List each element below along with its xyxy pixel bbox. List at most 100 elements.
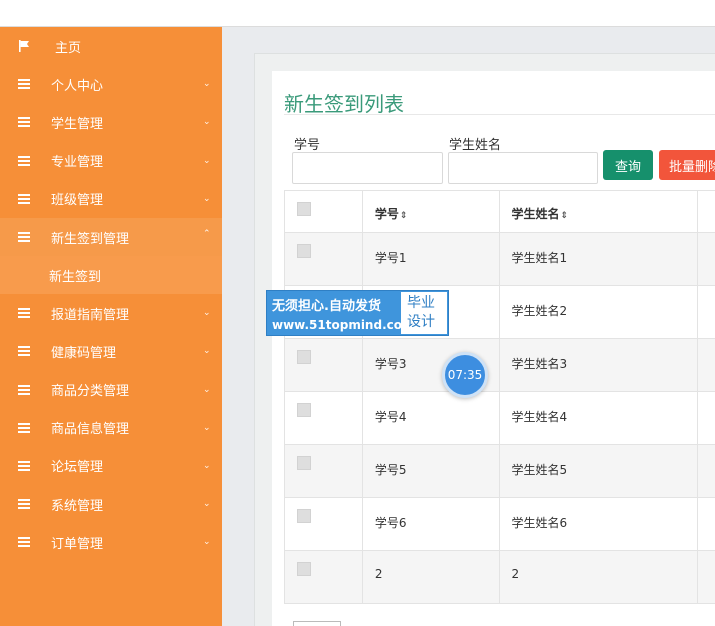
student-name-cell: 学生姓名5 <box>511 463 568 477</box>
sidebar-item-label: 商品信息管理 <box>51 422 130 438</box>
sidebar-item-checkin-management[interactable]: 新生签到管理 ⌃ <box>0 217 222 257</box>
sidebar-item-home[interactable]: 主页 <box>0 27 222 65</box>
table-row: 学号4 学生姓名4 <box>285 392 715 445</box>
sidebar-item-product-info[interactable]: 商品信息管理 ⌄ <box>0 409 222 447</box>
chevron-down-icon: ⌄ <box>203 193 211 204</box>
sidebar-item-product-category[interactable]: 商品分类管理 ⌄ <box>0 371 222 409</box>
student-id-label: 学号 <box>294 138 321 153</box>
sidebar-item-label: 专业管理 <box>51 155 104 171</box>
badge-line2: 设计 <box>407 314 435 330</box>
menu-icon <box>17 116 30 129</box>
sidebar: 主页 个人中心 ⌄ 学生管理 ⌄ 专业管理 ⌄ 班级管理 ⌄ 新生签到管理 ⌃ … <box>0 27 222 626</box>
menu-icon <box>17 307 30 320</box>
menu-icon <box>17 498 30 511</box>
student-id-cell: 学号4 <box>374 410 407 424</box>
sidebar-item-label: 订单管理 <box>51 536 104 552</box>
sort-icon: ⇕ <box>399 211 408 221</box>
sidebar-item-label: 系统管理 <box>51 498 104 514</box>
sidebar-item-label: 班级管理 <box>51 193 104 209</box>
student-name-cell: 2 <box>511 567 520 581</box>
sidebar-item-orders[interactable]: 订单管理 ⌄ <box>0 523 222 561</box>
chevron-down-icon: ⌄ <box>203 499 211 510</box>
list-card: 新生签到列表 学号 学生姓名 查询 批量删除 学号⇕ 学生姓名⇕ 学号1 学生姓… <box>272 71 715 626</box>
badge-line1: 毕业 <box>407 295 435 311</box>
table-row: 学号6 学生姓名6 <box>285 498 715 551</box>
menu-icon <box>17 78 30 91</box>
student-name-cell: 学生姓名4 <box>511 410 568 424</box>
chevron-down-icon: ⌄ <box>203 422 211 433</box>
watermark-banner: 无须担心.自动发货 www.51topmind.com 毕业 设计 <box>266 290 449 336</box>
table-row: 学号5 学生姓名5 <box>285 445 715 498</box>
student-name-input[interactable] <box>448 152 598 184</box>
batch-delete-button[interactable]: 批量删除 <box>659 150 715 180</box>
row-checkbox[interactable] <box>297 456 311 470</box>
student-id-cell: 学号1 <box>374 251 407 265</box>
row-checkbox[interactable] <box>297 509 311 523</box>
menu-icon <box>17 192 30 205</box>
student-id-cell: 2 <box>374 567 383 581</box>
column-header-student-id[interactable]: 学号⇕ <box>363 191 500 232</box>
row-checkbox[interactable] <box>297 562 311 576</box>
chevron-down-icon: ⌄ <box>203 155 211 166</box>
student-name-cell: 学生姓名3 <box>511 357 568 371</box>
watermark-line1: 无须担心.自动发货 <box>272 299 381 314</box>
sidebar-item-label: 新生签到管理 <box>51 231 130 247</box>
row-checkbox[interactable] <box>297 350 311 364</box>
sidebar-item-personal-center[interactable]: 个人中心 ⌄ <box>0 65 222 103</box>
pagination-select[interactable] <box>293 621 341 626</box>
sidebar-item-label: 报道指南管理 <box>51 307 130 323</box>
chevron-down-icon: ⌄ <box>203 346 211 357</box>
chevron-down-icon: ⌄ <box>203 79 211 90</box>
student-name-cell: 学生姓名6 <box>511 516 568 530</box>
sidebar-item-classes[interactable]: 班级管理 ⌄ <box>0 180 222 218</box>
sidebar-item-label: 学生管理 <box>51 116 104 132</box>
title-divider <box>284 114 715 115</box>
menu-icon <box>17 154 30 167</box>
chevron-up-icon: ⌃ <box>203 228 211 239</box>
sidebar-item-label: 健康码管理 <box>51 345 117 361</box>
table-row: 学号1 学生姓名1 <box>285 233 715 286</box>
page-title: 新生签到列表 <box>284 92 404 116</box>
table-row: 学号3 学生姓名3 <box>285 339 715 392</box>
sidebar-subitem-checkin[interactable]: 新生签到 <box>0 256 222 295</box>
chevron-down-icon: ⌄ <box>203 537 211 548</box>
chevron-down-icon: ⌄ <box>203 117 211 128</box>
student-id-input[interactable] <box>292 152 443 184</box>
student-id-cell: 学号3 <box>374 357 407 371</box>
sidebar-item-majors[interactable]: 专业管理 ⌄ <box>0 142 222 180</box>
sidebar-item-forum[interactable]: 论坛管理 ⌄ <box>0 447 222 485</box>
menu-icon <box>17 421 30 434</box>
table-header-row: 学号⇕ 学生姓名⇕ <box>285 191 715 233</box>
select-all-checkbox[interactable] <box>297 202 311 216</box>
chevron-down-icon: ⌄ <box>203 308 211 319</box>
sidebar-item-label: 论坛管理 <box>51 460 104 476</box>
checkin-table: 学号⇕ 学生姓名⇕ 学号1 学生姓名1 学号2 学生姓名2 学号3 学生姓名3 … <box>284 190 715 604</box>
timer-badge[interactable]: 07:35 <box>442 352 488 398</box>
row-checkbox[interactable] <box>297 244 311 258</box>
sidebar-item-label: 主页 <box>55 40 82 56</box>
sidebar-item-label: 个人中心 <box>51 78 104 94</box>
student-id-cell: 学号5 <box>374 463 407 477</box>
sidebar-item-health-code[interactable]: 健康码管理 ⌄ <box>0 332 222 370</box>
student-name-label: 学生姓名 <box>449 138 502 153</box>
chevron-down-icon: ⌄ <box>203 384 211 395</box>
chevron-down-icon: ⌄ <box>203 460 211 471</box>
sidebar-item-students[interactable]: 学生管理 ⌄ <box>0 103 222 141</box>
search-button[interactable]: 查询 <box>603 150 653 180</box>
menu-icon <box>17 345 30 358</box>
watermark-line2: www.51topmind.com <box>272 318 415 332</box>
sort-icon: ⇕ <box>560 211 569 221</box>
sidebar-item-label: 商品分类管理 <box>51 384 130 400</box>
student-name-cell: 学生姓名1 <box>511 251 568 265</box>
sidebar-item-system[interactable]: 系统管理 ⌄ <box>0 485 222 523</box>
menu-icon <box>17 231 30 244</box>
row-checkbox[interactable] <box>297 403 311 417</box>
top-header-bar <box>0 0 715 27</box>
student-name-cell: 学生姓名2 <box>511 304 568 318</box>
menu-icon <box>17 383 30 396</box>
table-row: 2 2 <box>285 551 715 604</box>
column-header-student-name[interactable]: 学生姓名⇕ <box>500 191 699 232</box>
sidebar-item-guide-management[interactable]: 报道指南管理 ⌄ <box>0 294 222 332</box>
menu-icon <box>17 536 30 549</box>
flag-icon <box>17 40 30 53</box>
